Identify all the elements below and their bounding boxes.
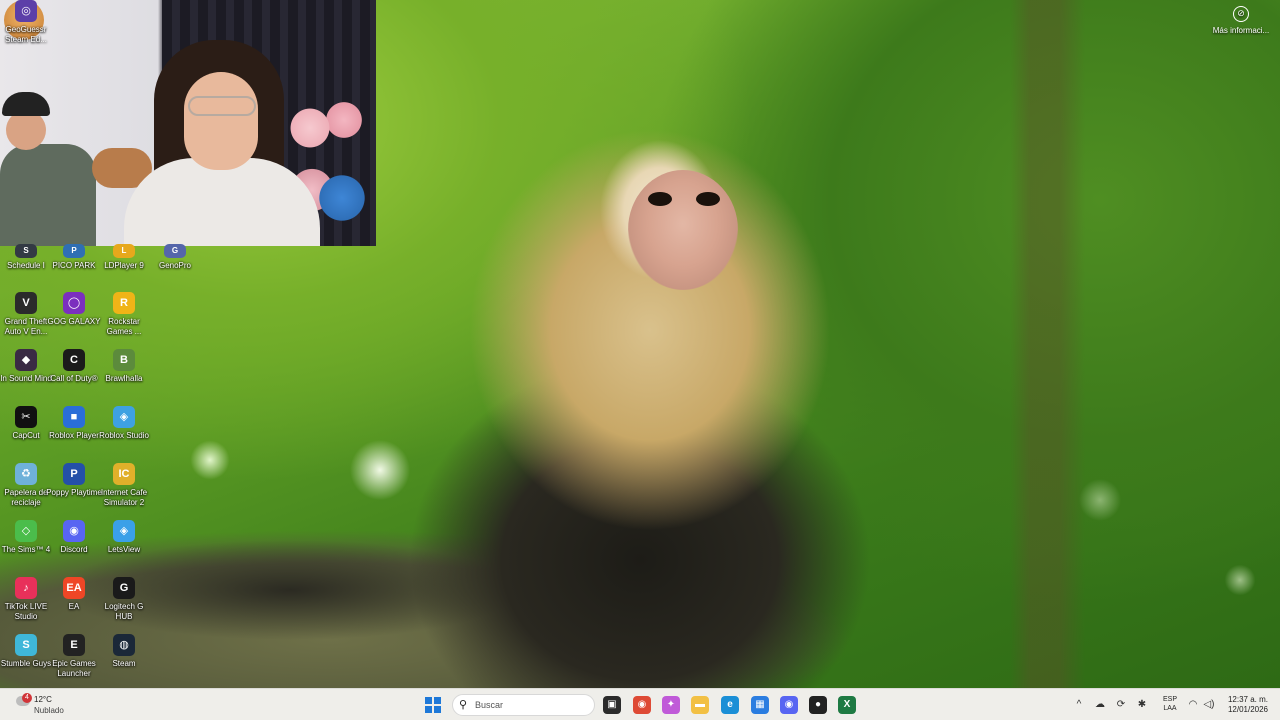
taskbar-search-box[interactable]: ⚲ Buscar: [452, 694, 595, 716]
app-icon: ◯: [63, 292, 85, 314]
taskbar-app-file-explorer[interactable]: ▬: [691, 696, 709, 714]
onedrive-icon[interactable]: ☁: [1093, 698, 1107, 712]
app-icon: S: [15, 634, 37, 656]
desktop-icon[interactable]: P Poppy Playtime: [46, 463, 102, 498]
desktop-icon[interactable]: E Epic Games Launcher: [46, 634, 102, 679]
spotlight-more-info[interactable]: ⊘ Más informaci...: [1212, 6, 1270, 35]
language-code: ESP: [1162, 696, 1177, 703]
desktop-icon[interactable]: ◯ GOG GALAXY: [46, 292, 102, 327]
clock-time: 12:37 a. m.: [1227, 695, 1269, 704]
desktop-icon[interactable]: ◉ Discord: [46, 520, 102, 555]
app-icon: B: [113, 349, 135, 371]
desktop-icon-label: Discord: [60, 545, 88, 554]
desktop-icon-label: Roblox Player: [49, 431, 99, 440]
taskbar-clock[interactable]: 12:37 a. m. 12/01/2026: [1222, 695, 1274, 715]
spotlight-more-info-label: Más informaci...: [1212, 26, 1270, 35]
language-indicator[interactable]: ESP LAA: [1160, 695, 1180, 713]
taskbar-app-edge[interactable]: e: [721, 696, 739, 714]
search-placeholder: Buscar: [475, 700, 504, 710]
app-icon: ◍: [113, 634, 135, 656]
search-icon: ⚲: [459, 699, 468, 711]
desktop-icon[interactable]: ◍ Steam: [96, 634, 152, 669]
taskbar-app-copilot[interactable]: ✦: [662, 696, 680, 714]
desktop-icon[interactable]: R Rockstar Games ...: [96, 292, 152, 337]
desktop-icon[interactable]: ◎ GeoGuessr Steam Ed...: [0, 0, 54, 45]
app-icon: G: [113, 577, 135, 599]
app-icon: ✂: [15, 406, 37, 428]
desktop-icon[interactable]: G Logitech G HUB: [96, 577, 152, 622]
weather-widget[interactable]: 4 12°C Nublado: [16, 693, 86, 717]
volume-icon[interactable]: ◁): [1202, 698, 1216, 712]
desktop-icon-label: Roblox Studio: [99, 431, 149, 440]
weather-temperature: 12°C: [34, 695, 52, 704]
desktop-icon-label: GeoGuessr Steam Ed...: [5, 25, 47, 44]
app-icon: ♻: [15, 463, 37, 485]
app-icon: S: [15, 244, 37, 258]
app-icon: L: [113, 244, 135, 258]
app-icon: R: [113, 292, 135, 314]
wallpaper-monkey-face: [628, 170, 738, 290]
desktop-icon-label: Poppy Playtime: [46, 488, 102, 497]
app-icon: EA: [63, 577, 85, 599]
app-icon: ◆: [15, 349, 37, 371]
app-icon: ■: [63, 406, 85, 428]
app-icon: P: [63, 463, 85, 485]
clock-date: 12/01/2026: [1227, 705, 1269, 714]
desktop-icon[interactable]: G GenoPro: [147, 244, 203, 271]
app-icon: ◉: [63, 520, 85, 542]
app-icon: C: [63, 349, 85, 371]
taskbar-app-roblox[interactable]: ●: [809, 696, 827, 714]
desktop-icon[interactable]: ◈ Roblox Studio: [96, 406, 152, 441]
app-icon: P: [63, 244, 85, 258]
desktop-icon[interactable]: ■ Roblox Player: [46, 406, 102, 441]
app-icon: G: [164, 244, 186, 258]
app-icon: ◇: [15, 520, 37, 542]
webcam-overlay: [0, 0, 376, 246]
weather-condition: Nublado: [34, 706, 64, 715]
desktop-icon-label: EA: [68, 602, 80, 611]
chevron-up-icon[interactable]: ^: [1072, 698, 1086, 712]
taskbar-app-chrome[interactable]: ◉: [633, 696, 651, 714]
bluetooth-icon[interactable]: ✱: [1135, 698, 1149, 712]
app-icon: E: [63, 634, 85, 656]
app-icon: ◎: [15, 0, 37, 22]
desktop-icon-label: GenoPro: [158, 261, 192, 270]
desktop-icon-label: Rockstar Games ...: [106, 317, 142, 336]
desktop-icon-label: GOG GALAXY: [47, 317, 101, 326]
taskbar-app-task-view[interactable]: ▣: [603, 696, 621, 714]
desktop-icon-label: LetsView: [107, 545, 141, 554]
desktop-icon[interactable]: P PICO PARK: [46, 244, 102, 271]
desktop-icon[interactable]: EA EA: [46, 577, 102, 612]
desktop-icon-label: LDPlayer 9: [104, 261, 144, 270]
app-icon: IC: [113, 463, 135, 485]
app-icon: ◈: [113, 406, 135, 428]
desktop-icon-label: Logitech G HUB: [104, 602, 144, 621]
taskbar-app-excel[interactable]: X: [838, 696, 856, 714]
app-icon: ♪: [15, 577, 37, 599]
taskbar-app-microsoft-store[interactable]: ▦: [751, 696, 769, 714]
desktop-icon-label: PICO PARK: [52, 261, 96, 270]
taskbar: 4 12°C Nublado ⚲ Buscar ▣ ◉ ✦ ▬ e ▦ ◉ ● X ^ ☁ ⟳ …: [0, 688, 1280, 720]
desktop-icon[interactable]: C Call of Duty®: [46, 349, 102, 384]
desktop-icon-label: Call of Duty®: [50, 374, 98, 383]
desktop-icon[interactable]: ◈ LetsView: [96, 520, 152, 555]
desktop-icon[interactable]: IC Internet Cafe Simulator 2: [96, 463, 152, 508]
desktop-icon-label: Epic Games Launcher: [52, 659, 96, 678]
sync-icon[interactable]: ⟳: [1114, 698, 1128, 712]
desktop-icon[interactable]: L LDPlayer 9: [96, 244, 152, 271]
info-circle-icon: ⊘: [1233, 6, 1249, 22]
start-button[interactable]: [425, 697, 441, 713]
desktop-icon-label: Steam: [112, 659, 136, 668]
wifi-icon[interactable]: ◠: [1186, 698, 1200, 712]
desktop-icon-label: Internet Cafe Simulator 2: [100, 488, 148, 507]
taskbar-app-discord[interactable]: ◉: [780, 696, 798, 714]
windows-logo-icon: [425, 697, 432, 704]
app-icon: ◈: [113, 520, 135, 542]
desktop-icon-label: Brawlhalla: [105, 374, 143, 383]
webcam-person-girl: [118, 40, 320, 246]
notification-badge: 4: [22, 693, 32, 703]
desktop-icon[interactable]: B Brawlhalla: [96, 349, 152, 384]
keyboard-layout: LAA: [1163, 705, 1177, 712]
app-icon: V: [15, 292, 37, 314]
